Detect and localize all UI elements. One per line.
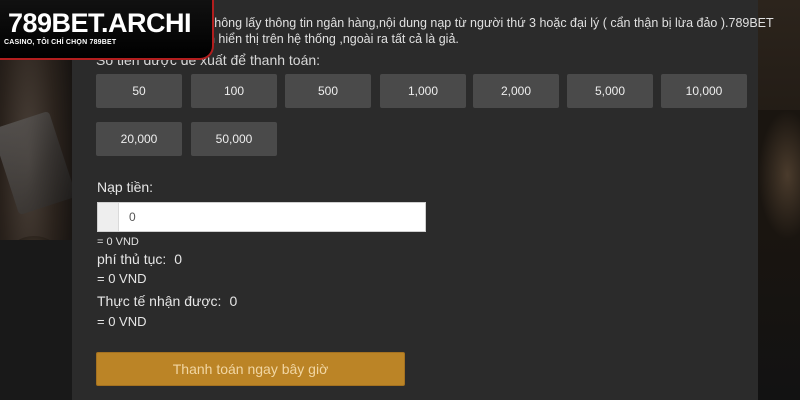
amount-option-button[interactable]: 50 [96, 74, 182, 108]
received-value: 0 [229, 293, 238, 309]
logo-tagline: CASINO, TÔI CHỈ CHỌN 789BET [4, 39, 117, 46]
background-glow [758, 110, 800, 240]
brand-logo[interactable]: 789BET.ARCHI CASINO, TÔI CHỈ CHỌN 789BET [0, 0, 214, 60]
amount-option-button[interactable]: 100 [191, 74, 277, 108]
playing-cards-image [0, 110, 77, 216]
fee-row: phí thủ tục: 0 [97, 251, 182, 267]
background-bottom-left [0, 240, 72, 400]
amount-option-button[interactable]: 500 [285, 74, 371, 108]
warning-notice: không lấy thông tin ngân hàng,nội dung n… [208, 15, 774, 47]
amount-option-button[interactable]: 2,000 [473, 74, 559, 108]
fee-equivalent: = 0 VND [97, 271, 147, 286]
received-equivalent: = 0 VND [97, 314, 147, 329]
received-row: Thực tế nhận được: 0 [97, 293, 237, 309]
deposit-amount-input[interactable] [119, 203, 419, 231]
amount-option-button[interactable]: 5,000 [567, 74, 653, 108]
amount-option-button[interactable]: 1,000 [380, 74, 466, 108]
pay-now-button[interactable]: Thanh toán ngay bây giờ [96, 352, 405, 386]
amount-option-button[interactable]: 50,000 [191, 122, 277, 156]
background-casino-right [758, 0, 800, 400]
input-prefix-addon [98, 203, 119, 231]
notice-line-1: không lấy thông tin ngân hàng,nội dung n… [208, 16, 774, 30]
amount-option-button[interactable]: 20,000 [96, 122, 182, 156]
deposit-equivalent: = 0 VND [97, 236, 139, 248]
deposit-amount-field[interactable] [97, 202, 426, 232]
fee-label: phí thủ tục: [97, 251, 167, 267]
received-label: Thực tế nhận được: [97, 293, 222, 309]
logo-text: 789BET.ARCHI [8, 8, 192, 38]
deposit-label: Nạp tiền: [97, 179, 154, 195]
amount-option-button[interactable]: 10,000 [661, 74, 747, 108]
notice-line-2: n hiển thị trên hệ thống ,ngoài ra tất c… [208, 32, 459, 46]
fee-value: 0 [174, 251, 183, 267]
